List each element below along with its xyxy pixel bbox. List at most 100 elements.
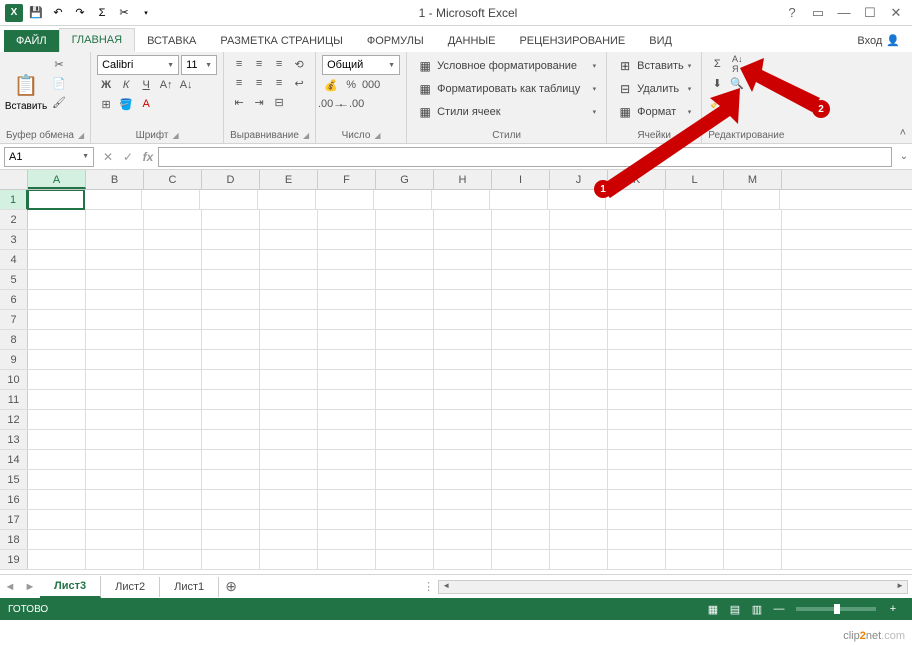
cell[interactable]	[144, 210, 202, 229]
cell[interactable]	[376, 250, 434, 269]
row-header[interactable]: 11	[0, 390, 28, 409]
cell[interactable]	[86, 310, 144, 329]
cell[interactable]	[28, 210, 86, 229]
row-header[interactable]: 15	[0, 470, 28, 489]
help-icon[interactable]: ?	[780, 3, 804, 23]
row-header[interactable]: 5	[0, 270, 28, 289]
font-launcher-icon[interactable]: ◢	[172, 131, 178, 140]
cell[interactable]	[376, 330, 434, 349]
page-layout-view-icon[interactable]: ▤	[724, 600, 746, 618]
cell[interactable]	[550, 330, 608, 349]
cell[interactable]	[724, 550, 782, 569]
column-header[interactable]: I	[492, 170, 550, 189]
normal-view-icon[interactable]: ▦	[702, 600, 724, 618]
cell[interactable]	[550, 210, 608, 229]
font-color-button[interactable]: A	[137, 95, 155, 113]
cell[interactable]	[434, 390, 492, 409]
cell[interactable]	[260, 350, 318, 369]
row-header[interactable]: 8	[0, 330, 28, 349]
row-header[interactable]: 19	[0, 550, 28, 569]
cell[interactable]	[86, 210, 144, 229]
format-as-table-button[interactable]: ▦Форматировать как таблицу▾	[413, 78, 600, 100]
cell[interactable]	[202, 470, 260, 489]
cell[interactable]	[434, 410, 492, 429]
cell[interactable]	[144, 410, 202, 429]
column-header[interactable]: B	[86, 170, 144, 189]
hscroll-left-icon[interactable]: ◄	[439, 581, 453, 593]
cell[interactable]	[260, 210, 318, 229]
align-center-button[interactable]: ≡	[250, 74, 268, 92]
insert-cells-button[interactable]: ⊞Вставить▾	[613, 55, 695, 77]
cell[interactable]	[260, 370, 318, 389]
cell[interactable]	[666, 370, 724, 389]
cell[interactable]	[376, 310, 434, 329]
collapse-ribbon-icon[interactable]: ˄	[900, 127, 906, 139]
cell[interactable]	[374, 190, 432, 209]
horizontal-scrollbar[interactable]: ◄ ►	[438, 580, 908, 594]
cell[interactable]	[724, 210, 782, 229]
cell[interactable]	[260, 430, 318, 449]
cell[interactable]	[492, 250, 550, 269]
cell[interactable]	[376, 270, 434, 289]
cell[interactable]	[144, 370, 202, 389]
cell[interactable]	[202, 390, 260, 409]
cell[interactable]	[202, 310, 260, 329]
cell[interactable]	[492, 310, 550, 329]
cell[interactable]	[202, 350, 260, 369]
cell[interactable]	[376, 490, 434, 509]
cell[interactable]	[666, 510, 724, 529]
formula-input[interactable]	[158, 147, 892, 167]
cell[interactable]	[318, 550, 376, 569]
percent-button[interactable]: %	[342, 76, 360, 94]
cell[interactable]	[666, 350, 724, 369]
cell[interactable]	[144, 530, 202, 549]
column-header[interactable]: F	[318, 170, 376, 189]
row-header[interactable]: 4	[0, 250, 28, 269]
cell[interactable]	[550, 550, 608, 569]
cell[interactable]	[86, 450, 144, 469]
cell[interactable]	[434, 530, 492, 549]
column-header[interactable]: C	[144, 170, 202, 189]
cell[interactable]	[376, 230, 434, 249]
cell[interactable]	[492, 230, 550, 249]
cell[interactable]	[202, 510, 260, 529]
column-header[interactable]: L	[666, 170, 724, 189]
cell[interactable]	[202, 210, 260, 229]
cell[interactable]	[318, 450, 376, 469]
cell[interactable]	[548, 190, 606, 209]
cell[interactable]	[260, 470, 318, 489]
cell[interactable]	[550, 510, 608, 529]
currency-button[interactable]: 💰	[322, 76, 340, 94]
ribbon-display-icon[interactable]: ▭	[806, 3, 830, 23]
cell[interactable]	[86, 410, 144, 429]
cell[interactable]	[144, 230, 202, 249]
cancel-formula-icon[interactable]: ✕	[98, 147, 118, 167]
increase-font-button[interactable]: A↑	[157, 76, 175, 94]
cell[interactable]	[376, 430, 434, 449]
tab-formulas[interactable]: ФОРМУЛЫ	[355, 30, 436, 52]
cell[interactable]	[86, 370, 144, 389]
cell[interactable]	[260, 310, 318, 329]
cell[interactable]	[318, 430, 376, 449]
close-icon[interactable]: ✕	[884, 3, 908, 23]
underline-button[interactable]: Ч	[137, 76, 155, 94]
cell[interactable]	[492, 390, 550, 409]
zoom-in-icon[interactable]: +	[882, 600, 904, 618]
cell[interactable]	[724, 450, 782, 469]
cell[interactable]	[260, 270, 318, 289]
column-header[interactable]: K	[608, 170, 666, 189]
cell[interactable]	[202, 250, 260, 269]
cell[interactable]	[318, 470, 376, 489]
cell[interactable]	[376, 210, 434, 229]
cell[interactable]	[492, 490, 550, 509]
cell[interactable]	[550, 430, 608, 449]
decrease-indent-button[interactable]: ⇤	[230, 93, 248, 111]
new-sheet-button[interactable]: ⊕	[219, 578, 243, 595]
cell[interactable]	[724, 250, 782, 269]
cell[interactable]	[492, 550, 550, 569]
cell[interactable]	[202, 550, 260, 569]
cell[interactable]	[28, 290, 86, 309]
cell[interactable]	[666, 430, 724, 449]
cell[interactable]	[434, 510, 492, 529]
cell[interactable]	[606, 190, 664, 209]
